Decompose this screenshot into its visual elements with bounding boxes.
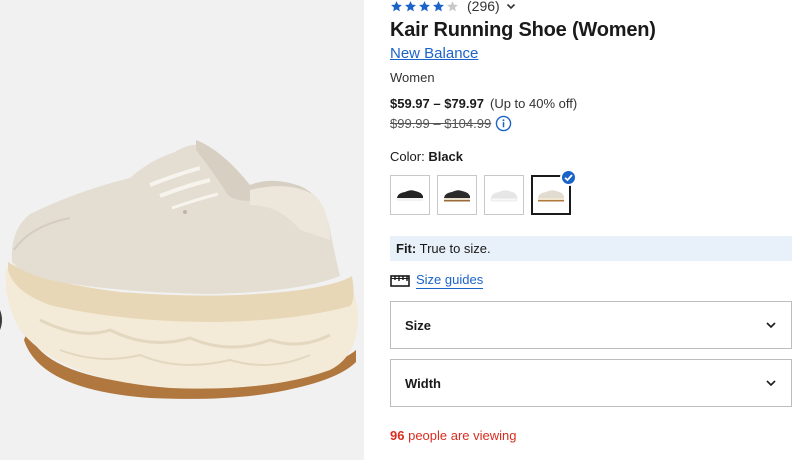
swatch-white[interactable] bbox=[484, 175, 524, 215]
star-rating bbox=[390, 0, 459, 13]
shoe-thumbnail-icon bbox=[538, 190, 564, 202]
star-icon bbox=[419, 0, 430, 11]
ruler-icon bbox=[390, 274, 410, 287]
checkmark-icon bbox=[560, 169, 577, 186]
shoe-illustration bbox=[0, 140, 359, 399]
shoe-thumbnail-icon bbox=[490, 190, 518, 202]
size-guides-label[interactable]: Size guides bbox=[416, 272, 484, 289]
viewers-count: 96 bbox=[390, 428, 405, 443]
gender-label: Women bbox=[390, 70, 435, 85]
viewers-notice: 96 people are viewing bbox=[390, 428, 517, 443]
chevron-down-icon bbox=[766, 322, 776, 329]
brand-link[interactable]: New Balance bbox=[390, 45, 478, 62]
viewers-text: people are viewing bbox=[408, 428, 517, 443]
shoe-thumbnail-icon bbox=[397, 190, 423, 201]
width-select[interactable]: Width bbox=[390, 359, 792, 407]
width-select-label: Width bbox=[405, 375, 441, 391]
color-label-text: Color: bbox=[390, 149, 425, 164]
product-image[interactable] bbox=[0, 0, 364, 460]
price: $59.97 – $79.97 (Up to 40% off) bbox=[390, 96, 577, 111]
chevron-down-icon bbox=[506, 3, 515, 10]
product-title: Kair Running Shoe (Women) bbox=[390, 19, 656, 41]
discount-text: (Up to 40% off) bbox=[489, 96, 578, 111]
star-icon bbox=[405, 0, 416, 11]
swatch-black-white[interactable] bbox=[390, 175, 430, 215]
shoe-thumbnail-icon bbox=[444, 190, 470, 202]
fit-info: Fit: True to size. bbox=[390, 236, 792, 261]
rating-count: (296) bbox=[467, 0, 500, 14]
color-value: Black bbox=[428, 149, 464, 164]
swatch-black-gum[interactable] bbox=[437, 175, 477, 215]
color-label: Color: Black bbox=[390, 149, 463, 164]
chevron-down-icon bbox=[766, 380, 776, 387]
swatch-sea-salt[interactable] bbox=[531, 169, 577, 215]
color-swatches bbox=[390, 169, 577, 215]
rating[interactable]: (296) bbox=[390, 0, 516, 14]
size-guides-link[interactable]: Size guides bbox=[390, 272, 484, 289]
star-icon bbox=[447, 0, 458, 11]
sale-price: $59.97 – $79.97 bbox=[390, 96, 484, 111]
fit-value: True to size. bbox=[419, 241, 491, 256]
info-icon[interactable] bbox=[495, 115, 512, 132]
fit-label: Fit: bbox=[396, 241, 417, 256]
size-select[interactable]: Size bbox=[390, 301, 792, 349]
size-select-label: Size bbox=[405, 317, 432, 333]
original-price-row: $99.99 – $104.99 bbox=[390, 115, 512, 132]
star-icon bbox=[433, 0, 444, 11]
star-icon bbox=[391, 0, 402, 11]
original-price: $99.99 – $104.99 bbox=[390, 116, 492, 131]
